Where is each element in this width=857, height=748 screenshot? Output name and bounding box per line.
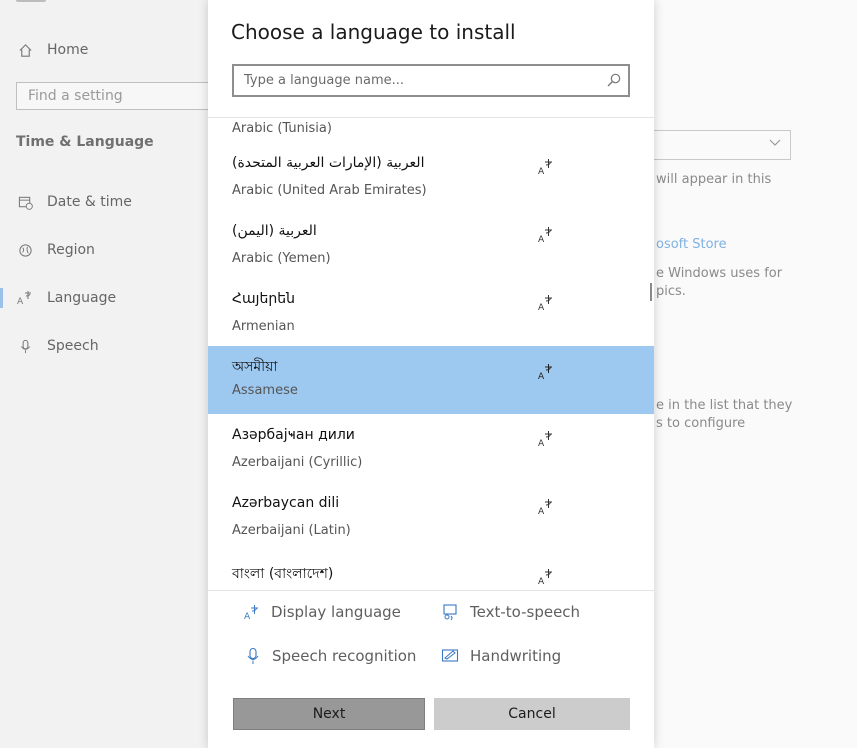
language-list[interactable]: Arabic (Tunisia) العربية (الإمارات العرب…: [208, 117, 654, 591]
display-language-icon: A: [538, 499, 552, 515]
microphone-icon: [247, 647, 259, 664]
sidebar-item-region[interactable]: Region: [0, 232, 208, 268]
language-english-name: Assamese: [232, 383, 298, 398]
svg-text:A: A: [17, 297, 24, 306]
language-native-name: العربية (الإمارات العربية المتحدة): [232, 155, 425, 171]
section-title: Time & Language: [16, 134, 154, 150]
svg-text:A: A: [538, 235, 545, 243]
language-native-name: العربية (اليمن): [232, 223, 317, 239]
svg-text:A: A: [538, 439, 545, 447]
search-icon[interactable]: [606, 72, 622, 88]
settings-sidebar: Home Find a setting Time & Language Date…: [0, 0, 216, 748]
display-language-icon: A: [538, 227, 552, 243]
language-search-input[interactable]: [234, 66, 584, 95]
language-dropdown[interactable]: [654, 130, 791, 160]
microphone-icon: [17, 338, 33, 354]
globe-icon: [17, 242, 33, 258]
background-text: pics.: [656, 284, 686, 299]
language-native-name: Հայերեն: [232, 291, 295, 307]
sidebar-item-home[interactable]: Home: [0, 32, 208, 68]
language-english-name: Azerbaijani (Cyrillic): [232, 455, 363, 470]
list-item[interactable]: Azərbaycan dili Azerbaijani (Latin) A: [208, 486, 654, 554]
language-english-name: Arabic (Tunisia): [232, 121, 332, 136]
find-setting-input[interactable]: Find a setting: [16, 82, 216, 110]
feature-label: Display language: [271, 603, 401, 621]
language-native-name: অসমীয়া: [232, 359, 278, 375]
display-language-icon: A: [538, 569, 552, 585]
sidebar-item-label: Language: [47, 290, 117, 306]
list-item[interactable]: العربية (اليمن) Arabic (Yemen) A: [208, 214, 654, 282]
language-english-name: Armenian: [232, 319, 295, 334]
list-item-selected[interactable]: অসমীয়া Assamese A: [208, 346, 654, 414]
display-language-icon: A: [538, 295, 552, 311]
display-language-icon: A: [538, 431, 552, 447]
svg-text:A: A: [538, 577, 545, 585]
display-language-icon: A: [538, 159, 552, 175]
feature-text-to-speech: Text-to-speech: [441, 603, 580, 621]
home-icon: [17, 42, 33, 58]
svg-text:A: A: [538, 167, 545, 175]
background-text: e in the list that they: [656, 398, 793, 413]
svg-text:A: A: [538, 372, 545, 380]
sidebar-item-label: Speech: [47, 338, 99, 354]
dialog-title: Choose a language to install: [231, 20, 516, 44]
language-native-name: Азәрбајҹан дили: [232, 427, 355, 443]
background-text: will appear in this: [656, 172, 772, 187]
choose-language-dialog: Choose a language to install Arabic (Tun…: [208, 0, 654, 748]
list-item[interactable]: Азәрбајҹан дили Azerbaijani (Cyrillic) A: [208, 418, 654, 486]
sidebar-item-speech[interactable]: Speech: [0, 328, 208, 364]
display-language-icon: A: [244, 605, 258, 621]
text-to-speech-icon: [443, 604, 457, 621]
svg-text:A: A: [538, 303, 545, 311]
language-english-name: Azerbaijani (Latin): [232, 523, 351, 538]
feature-display-language: A Display language: [244, 603, 401, 621]
feature-speech-recognition: Speech recognition: [245, 647, 416, 665]
feature-label: Handwriting: [470, 647, 562, 665]
svg-text:A: A: [538, 507, 545, 515]
sidebar-item-label: Date & time: [47, 194, 132, 210]
background-text: e Windows uses for: [656, 266, 783, 281]
list-item[interactable]: বাংলা (বাংলাদেশ) A: [208, 553, 654, 590]
display-language-icon: A: [538, 364, 552, 380]
feature-handwriting: Handwriting: [441, 647, 561, 665]
store-link[interactable]: osoft Store: [656, 237, 727, 252]
scrollbar-thumb[interactable]: [650, 283, 652, 301]
sidebar-item-language[interactable]: A Language: [0, 280, 208, 316]
language-english-name: Arabic (Yemen): [232, 251, 331, 266]
language-native-name: Azərbaycan dili: [232, 495, 340, 511]
cancel-button[interactable]: Cancel: [434, 698, 630, 730]
feature-label: Text-to-speech: [470, 603, 581, 621]
next-button[interactable]: Next: [233, 698, 425, 730]
calendar-clock-icon: [17, 194, 33, 210]
feature-label: Speech recognition: [272, 647, 417, 665]
language-search-box[interactable]: [232, 64, 630, 97]
background-text: s to configure: [656, 416, 746, 431]
language-english-name: Arabic (United Arab Emirates): [232, 183, 427, 198]
sidebar-item-label: Region: [47, 242, 95, 258]
list-item[interactable]: العربية (الإمارات العربية المتحدة) Arabi…: [208, 146, 654, 214]
handwriting-icon: [441, 649, 459, 662]
window-title-fragment: [16, 0, 46, 2]
sidebar-item-date-time[interactable]: Date & time: [0, 184, 208, 220]
chevron-down-icon: [769, 136, 781, 151]
svg-text:A: A: [244, 612, 251, 621]
language-native-name: বাংলা (বাংলাদেশ): [232, 566, 334, 582]
sidebar-item-label: Home: [47, 42, 89, 58]
language-icon: A: [17, 290, 33, 306]
settings-content-background: [654, 0, 857, 748]
list-item[interactable]: Հայերեն Armenian A: [208, 282, 654, 350]
